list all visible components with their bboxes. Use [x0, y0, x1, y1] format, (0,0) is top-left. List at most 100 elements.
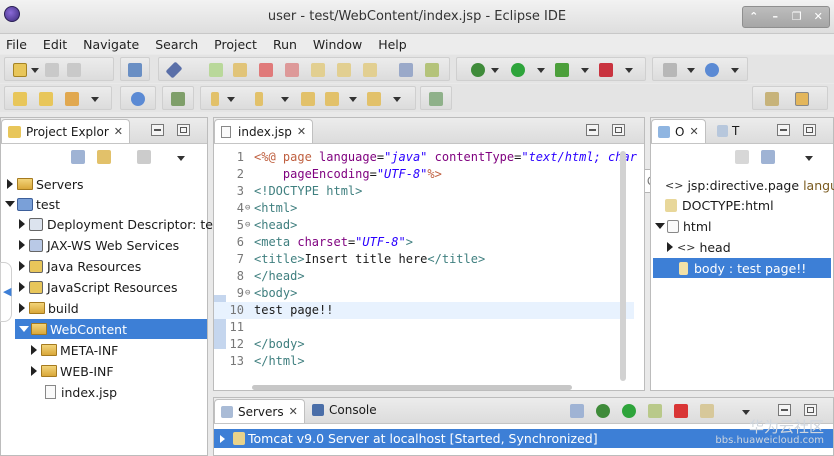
profile-server-icon[interactable] — [648, 404, 662, 418]
restore-button[interactable]: ❐ — [786, 7, 808, 27]
close-icon[interactable]: ✕ — [689, 125, 698, 138]
filter-icon[interactable] — [137, 150, 151, 164]
save-all-icon[interactable] — [67, 63, 81, 77]
maximize-icon[interactable] — [177, 124, 190, 136]
fold-icon[interactable]: ⊖ — [245, 285, 250, 302]
disconnect-icon[interactable] — [285, 63, 299, 77]
tab-servers[interactable]: Servers ✕ — [214, 399, 305, 423]
menu-edit[interactable]: Edit — [43, 37, 67, 52]
minimize-icon[interactable] — [778, 404, 791, 416]
expand-icon[interactable] — [220, 434, 225, 443]
minimize-icon[interactable] — [777, 124, 790, 136]
tree-item-index-jsp[interactable]: index.jsp — [45, 382, 117, 402]
open-web-browser-icon[interactable] — [705, 63, 719, 77]
menu-run[interactable]: Run — [273, 37, 297, 52]
new-wizard-icon[interactable] — [663, 63, 677, 77]
last-edit-icon[interactable] — [301, 92, 315, 106]
expand-icon[interactable] — [667, 242, 673, 252]
menu-navigate[interactable]: Navigate — [83, 37, 139, 52]
close-icon[interactable]: ✕ — [297, 125, 306, 138]
view-menu-icon[interactable] — [805, 156, 813, 161]
fold-icon[interactable]: ⊖ — [245, 217, 250, 234]
resume-icon[interactable] — [209, 63, 223, 77]
outline-item-html[interactable]: html — [655, 216, 711, 236]
fold-icon[interactable]: ⊖ — [245, 200, 250, 217]
suspend-icon[interactable] — [233, 63, 247, 77]
external-tools-icon[interactable] — [599, 63, 613, 77]
outline-item-doctype[interactable]: DOCTYPE:html — [665, 195, 774, 215]
outline-item-directive[interactable]: <> jsp:directive.page languag — [665, 175, 834, 195]
close-icon[interactable]: ✕ — [114, 125, 123, 138]
tree-item-meta-inf[interactable]: META-INF — [31, 340, 118, 360]
tree-item-javascript-resources[interactable]: JavaScript Resources — [19, 277, 177, 297]
new-icon[interactable] — [13, 63, 27, 77]
code-editor[interactable]: 1 <%@ page language="java" contentType="t… — [214, 145, 644, 390]
expand-icon[interactable] — [7, 179, 13, 189]
link-with-editor-icon[interactable] — [97, 150, 111, 164]
step-into-icon[interactable] — [311, 63, 325, 77]
toggle-annotation-icon[interactable] — [171, 92, 185, 106]
back-icon[interactable] — [325, 92, 339, 106]
step-return-icon[interactable] — [363, 63, 377, 77]
new-wizard-dropdown-icon[interactable] — [687, 68, 695, 73]
tab-task-list[interactable]: T — [717, 124, 739, 138]
collapse-icon[interactable] — [19, 326, 29, 332]
maximize-up-button[interactable]: ⌃ — [743, 7, 765, 27]
terminate-icon[interactable] — [259, 63, 273, 77]
sort-icon[interactable] — [735, 150, 749, 164]
globe-icon[interactable] — [131, 92, 145, 106]
use-step-filters-icon[interactable] — [399, 63, 413, 77]
pin-editor-icon[interactable] — [429, 92, 443, 106]
new-project-dropdown-icon[interactable] — [91, 97, 99, 102]
debug-server-icon[interactable] — [596, 404, 610, 418]
previous-annotation-icon[interactable] — [255, 92, 263, 106]
step-over-icon[interactable] — [337, 63, 351, 77]
maximize-icon[interactable] — [804, 404, 817, 416]
tab-console[interactable]: Console — [312, 403, 377, 417]
expand-icon[interactable] — [19, 261, 25, 271]
start-server-icon[interactable] — [622, 404, 636, 418]
skip-breakpoints-icon[interactable] — [165, 61, 183, 79]
view-menu-icon[interactable] — [177, 156, 185, 161]
minimize-icon[interactable] — [586, 124, 599, 136]
run-dropdown-icon[interactable] — [537, 68, 545, 73]
expand-icon[interactable] — [19, 240, 25, 250]
collapse-all-icon[interactable] — [570, 404, 584, 418]
forward-dropdown-icon[interactable] — [393, 97, 401, 102]
vertical-scrollbar[interactable] — [620, 151, 626, 381]
horizontal-scrollbar[interactable] — [252, 385, 572, 390]
tab-outline[interactable]: O ✕ — [651, 119, 706, 143]
debug-icon[interactable] — [471, 63, 485, 77]
open-perspective-icon[interactable] — [765, 92, 779, 106]
collapse-all-icon[interactable] — [761, 150, 775, 164]
view-menu-icon[interactable] — [742, 410, 750, 415]
new-project-icon[interactable] — [65, 92, 79, 106]
drop-to-frame-icon[interactable] — [425, 63, 439, 77]
back-dropdown-icon[interactable] — [349, 97, 357, 102]
chevron-left-icon[interactable]: ◀ — [3, 285, 11, 298]
collapse-all-icon[interactable] — [71, 150, 85, 164]
open-folder-icon[interactable] — [39, 92, 53, 106]
expand-icon[interactable] — [19, 219, 25, 229]
terminal-icon[interactable] — [128, 63, 142, 77]
run-icon[interactable] — [511, 63, 525, 77]
browser-dropdown-icon[interactable] — [731, 68, 739, 73]
outline-item-body[interactable]: body : test page!! — [653, 258, 831, 278]
minimize-icon[interactable] — [151, 124, 164, 136]
side-handle[interactable]: ◀ — [0, 262, 12, 322]
save-icon[interactable] — [45, 63, 59, 77]
tree-item-java-resources[interactable]: Java Resources — [19, 256, 141, 276]
close-icon[interactable]: ✕ — [289, 405, 298, 418]
collapse-icon[interactable] — [5, 201, 15, 207]
tree-item-build[interactable]: build — [19, 298, 79, 318]
minimize-button[interactable]: – — [765, 7, 787, 27]
outline-item-head[interactable]: <> head — [667, 237, 731, 257]
close-button[interactable]: ✕ — [808, 7, 830, 27]
stop-server-icon[interactable] — [674, 404, 688, 418]
expand-icon[interactable] — [19, 282, 25, 292]
expand-icon[interactable] — [19, 303, 25, 313]
menu-file[interactable]: File — [6, 37, 27, 52]
next-annotation-dropdown-icon[interactable] — [227, 97, 235, 102]
run-server-dropdown-icon[interactable] — [581, 68, 589, 73]
next-annotation-icon[interactable] — [211, 92, 219, 106]
